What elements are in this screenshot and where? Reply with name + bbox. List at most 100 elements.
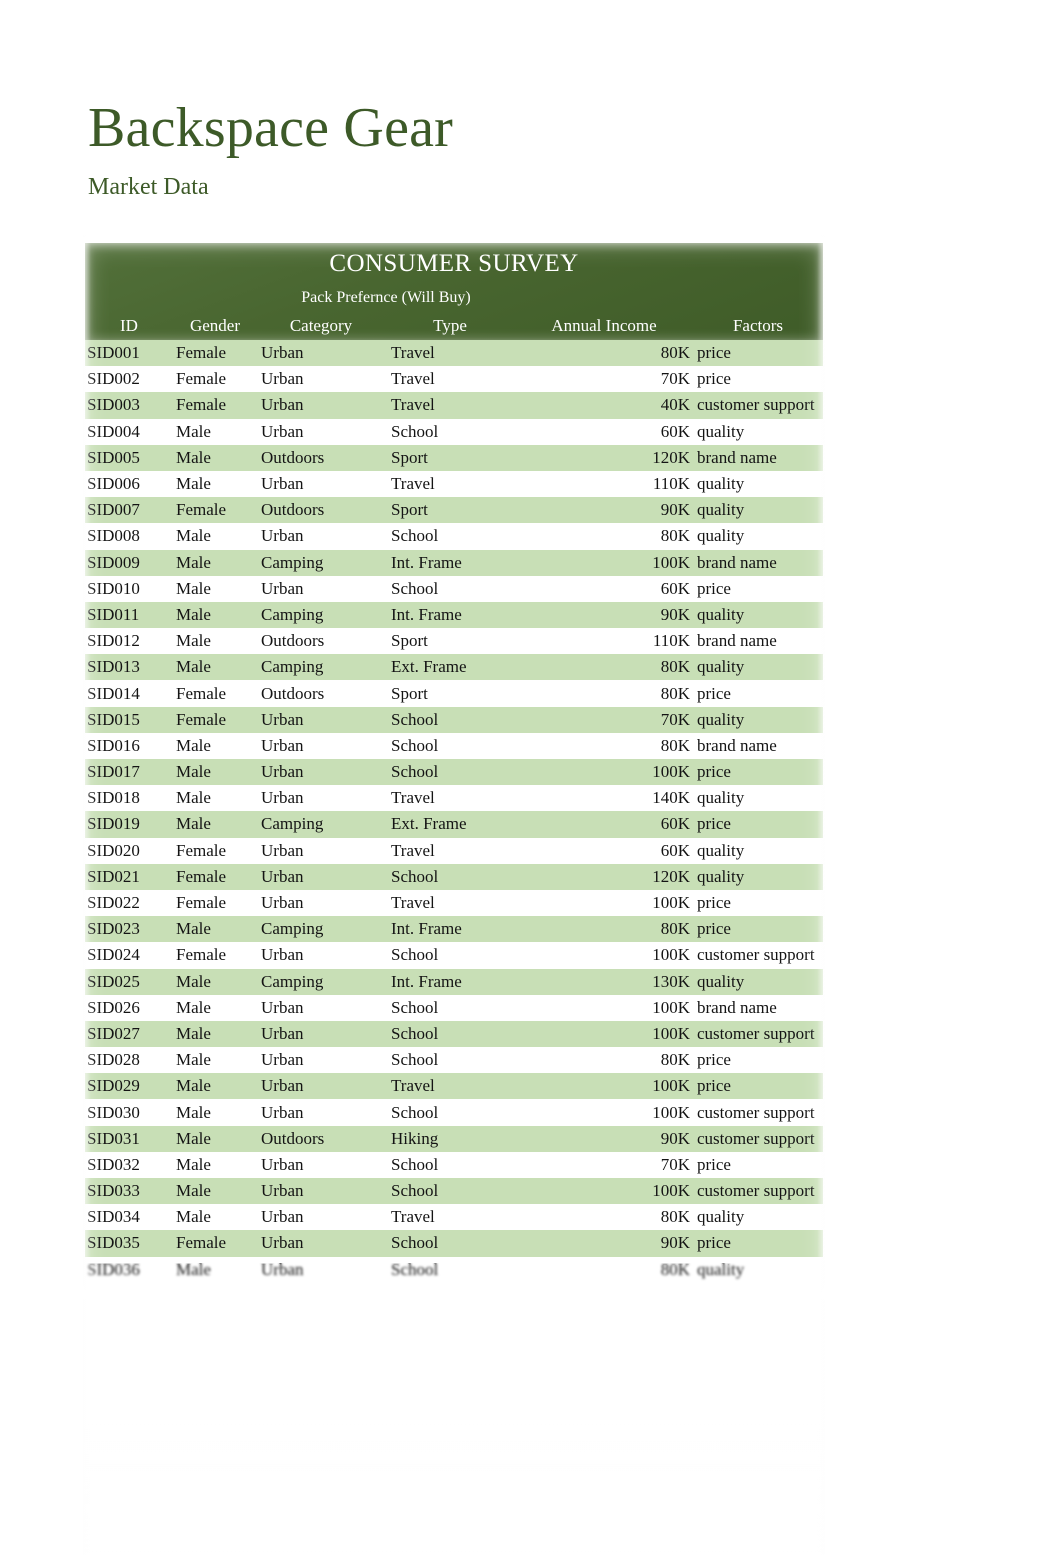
cell-annual-income: 80K (515, 916, 693, 943)
table-row[interactable]: SID017 Male Urban School 100K price (85, 759, 823, 786)
table-row[interactable]: SID006 Male Urban Travel 110K quality (85, 470, 823, 498)
cell-gender: Female (173, 837, 257, 864)
cell-factors: brand name (693, 732, 823, 759)
cell-factors: price (693, 811, 823, 838)
table-row[interactable]: SID004 Male Urban School 60K quality (85, 418, 823, 445)
cell-id: SID006 (85, 470, 173, 498)
cell-annual-income: 90K (515, 497, 693, 524)
table-row[interactable]: SID035 Female Urban School 90K price (85, 1230, 823, 1257)
cell-category: Urban (257, 1073, 385, 1100)
cell-category: Urban (257, 732, 385, 759)
cell-type: Travel (385, 392, 515, 419)
table-row[interactable]: SID005 Male Outdoors Sport 120K brand name (85, 444, 823, 471)
table-row[interactable]: SID012 Male Outdoors Sport 110K brand name (85, 628, 823, 655)
table-row[interactable]: SID031 Male Outdoors Hiking 90K customer supp… (85, 1125, 823, 1152)
table-row[interactable]: SID011 Male Camping Int. Frame 90K quality (85, 601, 823, 629)
table-row[interactable]: SID023 Male Camping Int. Frame 80K price (85, 916, 823, 943)
table-row[interactable]: SID026 Male Urban School 100K brand name (85, 994, 823, 1021)
column-header-category[interactable]: Category (257, 311, 385, 340)
cell-category: Outdoors (257, 680, 385, 707)
column-header-id[interactable]: ID (85, 311, 173, 340)
cell-id: SID016 (85, 732, 173, 759)
column-header-gender[interactable]: Gender (173, 311, 257, 340)
cell-annual-income: 100K (515, 942, 693, 969)
table-row[interactable]: SID010 Male Urban School 60K price (85, 575, 823, 602)
cell-category: Urban (257, 1230, 385, 1257)
cell-category: Urban (257, 366, 385, 393)
bottom-fade (79, 1423, 829, 1553)
cell-factors: price (693, 1047, 823, 1074)
table-row[interactable]: SID003 Female Urban Travel 40K customer suppo… (85, 392, 823, 419)
cell-category: Camping (257, 968, 385, 995)
cell-gender: Male (173, 575, 257, 602)
cell-category: Urban (257, 837, 385, 864)
table-row[interactable]: SID022 Female Urban Travel 100K price (85, 889, 823, 917)
cell-annual-income: 80K (515, 654, 693, 681)
table-row[interactable]: SID030 Male Urban School 100K customer suppor… (85, 1099, 823, 1126)
table-row[interactable]: SID013 Male Camping Ext. Frame 80K quality (85, 654, 823, 681)
cell-gender: Female (173, 392, 257, 419)
cell-factors: quality (693, 470, 823, 498)
cell-gender: Male (173, 759, 257, 786)
cell-factors: price (693, 1073, 823, 1100)
table-row[interactable]: SID020 Female Urban Travel 60K quality (85, 837, 823, 864)
table-row[interactable]: SID018 Male Urban Travel 140K quality (85, 785, 823, 812)
table-row[interactable]: SID009 Male Camping Int. Frame 100K brand nam… (85, 549, 823, 576)
table-row[interactable]: SID033 Male Urban School 100K customer suppor… (85, 1178, 823, 1205)
group-header-spacer-income (515, 285, 693, 311)
cell-type: Hiking (385, 1125, 515, 1152)
table-row[interactable]: SID024 Female Urban School 100K customer supp… (85, 942, 823, 969)
table-row[interactable]: SID014 Female Outdoors Sport 80K price (85, 680, 823, 707)
table-title-row: CONSUMER SURVEY (85, 243, 823, 285)
cell-gender: Male (173, 916, 257, 943)
cell-category: Urban (257, 470, 385, 498)
cell-category: Camping (257, 654, 385, 681)
cell-annual-income: 100K (515, 1020, 693, 1048)
cell-annual-income: 100K (515, 1073, 693, 1100)
table-row[interactable]: SID001 Female Urban Travel 80K price (85, 340, 823, 367)
blur-band-4 (85, 1335, 823, 1369)
cell-gender: Female (173, 863, 257, 890)
cell-type: Travel (385, 837, 515, 864)
cell-factors: customer support (693, 1020, 823, 1048)
cell-id: SID005 (85, 444, 173, 471)
cell-factors: customer support (693, 942, 823, 969)
cell-category: Outdoors (257, 628, 385, 655)
cell-annual-income: 60K (515, 837, 693, 864)
table-row[interactable]: SID015 Female Urban School 70K quality (85, 706, 823, 733)
column-header-annual-income[interactable]: Annual Income (515, 311, 693, 340)
cell-gender: Male (173, 1020, 257, 1048)
cell-id: SID020 (85, 837, 173, 864)
column-header-factors[interactable]: Factors (693, 311, 823, 340)
table-row[interactable]: SID029 Male Urban Travel 100K price (85, 1073, 823, 1100)
table-row[interactable]: SID025 Male Camping Int. Frame 130K quality (85, 968, 823, 995)
table-row[interactable]: SID028 Male Urban School 80K price (85, 1047, 823, 1074)
cell-gender: Male (173, 1256, 257, 1283)
cell-factors: price (693, 889, 823, 917)
page-title: Backspace Gear (88, 97, 454, 159)
table-row[interactable]: SID019 Male Camping Ext. Frame 60K price (85, 811, 823, 838)
blur-band-8 (85, 1499, 823, 1559)
cell-id: SID024 (85, 942, 173, 969)
table-row[interactable]: SID027 Male Urban School 100K customer suppor… (85, 1020, 823, 1048)
table-row[interactable]: SID021 Female Urban School 120K quality (85, 863, 823, 890)
table-row[interactable]: SID034 Male Urban Travel 80K quality (85, 1204, 823, 1231)
table-row[interactable]: SID007 Female Outdoors Sport 90K quality (85, 497, 823, 524)
table-row[interactable]: SID002 Female Urban Travel 70K price (85, 366, 823, 393)
cell-type: School (385, 1151, 515, 1178)
cell-gender: Male (173, 1178, 257, 1205)
cell-category: Urban (257, 863, 385, 890)
cell-type: School (385, 759, 515, 786)
cell-annual-income: 70K (515, 706, 693, 733)
column-header-type[interactable]: Type (385, 311, 515, 340)
cell-annual-income: 120K (515, 863, 693, 890)
cell-type: Int. Frame (385, 916, 515, 943)
table-row[interactable]: SID016 Male Urban School 80K brand name (85, 732, 823, 759)
cell-annual-income: 80K (515, 523, 693, 550)
table-row[interactable]: SID036 Male Urban School 80K quality (85, 1256, 823, 1283)
table-row[interactable]: SID008 Male Urban School 80K quality (85, 523, 823, 550)
cell-factors: brand name (693, 549, 823, 576)
cell-annual-income: 100K (515, 759, 693, 786)
cell-gender: Female (173, 706, 257, 733)
table-row[interactable]: SID032 Male Urban School 70K price (85, 1151, 823, 1178)
